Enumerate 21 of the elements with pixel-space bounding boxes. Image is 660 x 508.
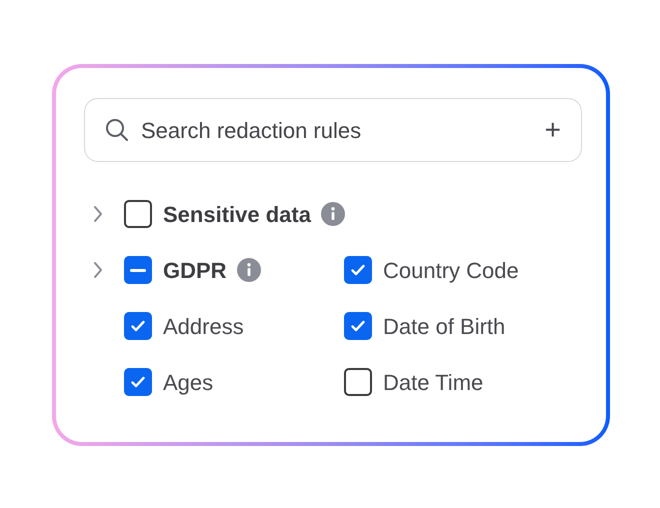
checkbox[interactable] bbox=[124, 312, 152, 340]
group-label: Sensitive data bbox=[163, 200, 311, 228]
option-label: Country Code bbox=[383, 256, 519, 285]
option-label: Date Time bbox=[383, 368, 484, 396]
chevron-icon[interactable] bbox=[92, 261, 104, 279]
checkbox[interactable] bbox=[344, 256, 372, 284]
info-icon[interactable] bbox=[320, 202, 345, 226]
checkbox[interactable] bbox=[124, 200, 152, 228]
option-label: Address bbox=[163, 312, 244, 340]
group-label: GDPR bbox=[163, 256, 227, 284]
checkbox[interactable] bbox=[344, 368, 372, 396]
option-label: Ages bbox=[163, 368, 214, 397]
checkbox[interactable] bbox=[124, 256, 152, 284]
checkbox[interactable] bbox=[124, 368, 152, 396]
search-icon bbox=[105, 118, 129, 142]
chevron-icon[interactable] bbox=[92, 205, 104, 223]
add-button[interactable]: + bbox=[544, 116, 561, 144]
checkbox[interactable] bbox=[344, 312, 372, 340]
info-icon[interactable] bbox=[236, 258, 261, 282]
search-field[interactable]: Search redaction rules + bbox=[84, 98, 582, 162]
option-label: Date of Birth bbox=[383, 312, 506, 340]
